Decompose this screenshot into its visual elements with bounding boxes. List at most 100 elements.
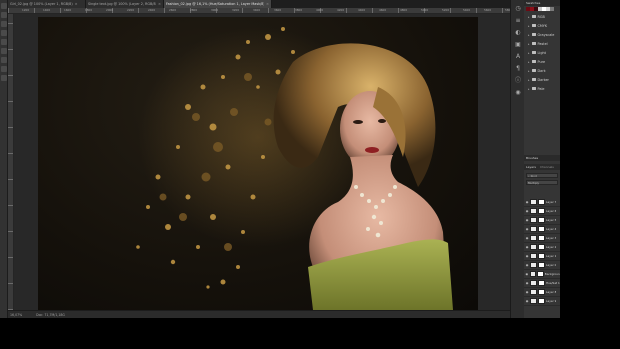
layer-row[interactable]: ◉ Hue/Sat 1 xyxy=(524,279,560,288)
layer-name[interactable]: Layer 1 xyxy=(546,254,556,258)
layer-mask-thumbnail[interactable] xyxy=(538,208,545,214)
styles-icon[interactable]: ▣ xyxy=(514,41,522,48)
swatch-folder[interactable]: ▸ CMYK xyxy=(524,21,560,30)
tab-swatches[interactable]: Swatches xyxy=(526,1,540,5)
layer-thumbnail[interactable] xyxy=(530,226,537,232)
adjustments-icon[interactable]: ◐ xyxy=(514,29,522,36)
properties-icon[interactable]: ≡ xyxy=(514,17,522,24)
chevron-right-icon[interactable]: ▸ xyxy=(528,42,530,46)
swatch-folder[interactable]: ▸ Grayscale xyxy=(524,30,560,39)
document-tab-2[interactable]: Single text.jpg @ 100% (Layer 2, RGB/8) … xyxy=(86,0,164,8)
character-icon[interactable]: A xyxy=(514,53,522,60)
swatch-folder[interactable]: ▸ Pure xyxy=(524,57,560,66)
chevron-right-icon[interactable]: ▸ xyxy=(528,24,530,28)
navigator-icon[interactable]: ◉ xyxy=(514,89,522,96)
chevron-right-icon[interactable]: ▸ xyxy=(528,33,530,37)
blend-mode-select[interactable]: Multiply xyxy=(526,180,558,185)
layer-thumbnail[interactable] xyxy=(530,199,537,205)
zoom-level[interactable]: 16,07% xyxy=(10,313,22,317)
layer-row[interactable]: ◉ Layer 1 xyxy=(524,252,560,261)
document-tab-1[interactable]: Girl_02.jpg @ 100% (Layer 1, RGB/8) × xyxy=(8,0,86,8)
layer-row[interactable]: ◉ Layer 9 xyxy=(524,297,560,306)
document-tab-active[interactable]: Fashion_02.jpg @ 16,1% (Hue/Saturation 1… xyxy=(164,0,272,8)
document-image[interactable] xyxy=(38,17,478,310)
layer-mask-thumbnail[interactable] xyxy=(538,280,545,286)
layer-name[interactable]: Layer 7 xyxy=(546,200,556,204)
swatch[interactable] xyxy=(550,7,554,11)
chevron-right-icon[interactable]: ▸ xyxy=(528,51,530,55)
chevron-right-icon[interactable]: ▸ xyxy=(528,87,530,91)
layer-row[interactable]: ◉ Layer 3 xyxy=(524,234,560,243)
layer-thumbnail[interactable] xyxy=(530,298,537,304)
eye-icon[interactable]: ◉ xyxy=(525,254,529,258)
layer-name[interactable]: Layer 9 xyxy=(546,299,556,303)
swatch-folder[interactable]: ▸ Dark xyxy=(524,66,560,75)
layer-mask-thumbnail[interactable] xyxy=(538,244,545,250)
eye-icon[interactable]: ◉ xyxy=(525,245,529,249)
layer-thumbnail[interactable] xyxy=(530,244,537,250)
lasso-tool-icon[interactable] xyxy=(1,21,7,27)
tab-channels[interactable]: Channels xyxy=(540,165,554,169)
paragraph-icon[interactable]: ¶ xyxy=(514,65,522,72)
layer-row[interactable]: ◉ Layer 0 xyxy=(524,261,560,270)
close-icon[interactable]: × xyxy=(75,2,78,6)
layer-name[interactable]: Layer 8 xyxy=(546,290,556,294)
chevron-right-icon[interactable]: ▸ xyxy=(528,15,530,19)
layer-row[interactable]: ◉ Layer 6 xyxy=(524,207,560,216)
layer-name[interactable]: Layer 0 xyxy=(546,263,556,267)
crop-tool-icon[interactable] xyxy=(1,30,7,36)
eye-icon[interactable]: ◉ xyxy=(525,263,529,267)
swatch-folder[interactable]: ▸ Darker xyxy=(524,75,560,84)
close-icon[interactable]: × xyxy=(158,2,161,6)
close-icon[interactable]: × xyxy=(266,2,269,6)
layer-filter-kind[interactable]: ⌕ Kind xyxy=(526,173,558,178)
eye-icon[interactable]: ◉ xyxy=(525,299,529,303)
layer-mask-thumbnail[interactable] xyxy=(538,253,545,259)
eye-icon[interactable]: ◉ xyxy=(525,290,529,294)
layer-thumbnail[interactable] xyxy=(530,217,537,223)
eye-icon[interactable]: ◉ xyxy=(525,272,529,276)
gradient-tool-icon[interactable] xyxy=(1,57,7,63)
layer-thumbnail[interactable] xyxy=(529,271,537,277)
layer-thumbnail[interactable] xyxy=(530,280,537,286)
layer-thumbnail[interactable] xyxy=(530,289,537,295)
eye-icon[interactable]: ◉ xyxy=(525,236,529,240)
layer-thumbnail[interactable] xyxy=(530,235,537,241)
swatch-folder[interactable]: ▸ Pale xyxy=(524,84,560,93)
chevron-right-icon[interactable]: ▸ xyxy=(528,78,530,82)
layer-name[interactable]: Layer 5 xyxy=(546,218,556,222)
layer-mask-thumbnail[interactable] xyxy=(538,262,545,268)
layer-mask-thumbnail[interactable] xyxy=(538,235,545,241)
layer-mask-thumbnail[interactable] xyxy=(538,289,545,295)
layer-row[interactable]: ◉ Layer 2 xyxy=(524,243,560,252)
canvas-area[interactable] xyxy=(14,14,510,310)
layer-name[interactable]: Layer 3 xyxy=(546,236,556,240)
layer-name[interactable]: Layer 2 xyxy=(546,245,556,249)
marquee-tool-icon[interactable] xyxy=(1,12,7,18)
chevron-right-icon[interactable]: ▸ xyxy=(528,60,530,64)
chevron-right-icon[interactable]: ▸ xyxy=(528,69,530,73)
eye-icon[interactable]: ◉ xyxy=(525,227,529,231)
eye-icon[interactable]: ◉ xyxy=(525,218,529,222)
layer-row[interactable]: ◉ Layer 4 xyxy=(524,225,560,234)
layer-thumbnail[interactable] xyxy=(530,262,537,268)
layer-name[interactable]: Layer 6 xyxy=(546,209,556,213)
layer-row[interactable]: ◉ Layer 8 xyxy=(524,288,560,297)
layer-mask-thumbnail[interactable] xyxy=(537,271,544,277)
zoom-tool-icon[interactable] xyxy=(1,75,7,81)
layer-name[interactable]: Hue/Sat 1 xyxy=(546,281,560,285)
layer-mask-thumbnail[interactable] xyxy=(538,199,545,205)
eye-icon[interactable]: ◉ xyxy=(525,281,529,285)
move-tool-icon[interactable] xyxy=(1,3,7,9)
eye-icon[interactable]: ◉ xyxy=(525,200,529,204)
layer-row[interactable]: ◉ Layer 5 xyxy=(524,216,560,225)
swatch-folder[interactable]: ▸ Pastel xyxy=(524,39,560,48)
layer-mask-thumbnail[interactable] xyxy=(538,298,545,304)
layer-row[interactable]: ◉ Background xyxy=(524,270,560,279)
layer-mask-thumbnail[interactable] xyxy=(538,226,545,232)
history-icon[interactable]: ◷ xyxy=(514,5,522,12)
layer-row[interactable]: ◉ Layer 7 xyxy=(524,198,560,207)
tab-brushes[interactable]: Brushes xyxy=(526,156,538,160)
layer-thumbnail[interactable] xyxy=(530,208,537,214)
swatch-folder[interactable]: ▸ Light xyxy=(524,48,560,57)
